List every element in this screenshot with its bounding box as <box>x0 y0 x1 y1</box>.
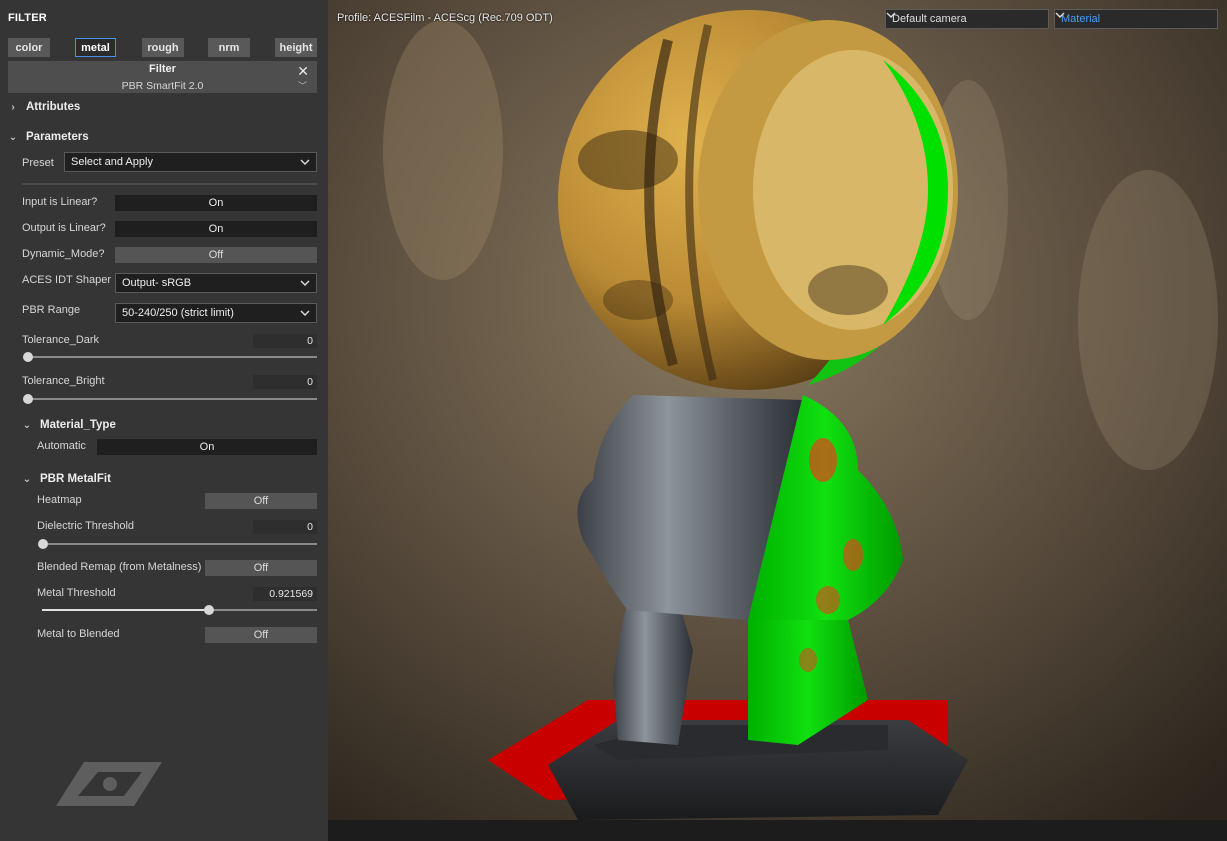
tab-height[interactable]: height <box>275 38 317 57</box>
automatic-label: Automatic <box>37 440 86 452</box>
output-linear-label: Output is Linear? <box>22 222 106 234</box>
aces-idt-dropdown[interactable]: Output- sRGB <box>115 273 317 293</box>
dynamic-mode-label: Dynamic_Mode? <box>22 248 105 260</box>
dielectric-threshold-slider[interactable] <box>42 543 317 545</box>
pbr-range-value: 50-240/250 (strict limit) <box>122 307 234 319</box>
pbr-range-label: PBR Range <box>22 304 81 316</box>
metal-to-blended-label: Metal to Blended <box>37 628 120 640</box>
tolerance-dark-slider[interactable] <box>27 356 317 358</box>
tab-metal[interactable]: metal <box>75 38 116 57</box>
filter-panel: FILTER color metal rough nrm height Filt… <box>0 0 328 841</box>
3d-viewport[interactable]: Profile: ACESFilm - ACEScg (Rec.709 ODT)… <box>328 0 1227 841</box>
tab-nrm[interactable]: nrm <box>208 38 250 57</box>
blended-remap-toggle[interactable]: Off <box>205 560 317 576</box>
chevron-down-icon: ⌄ <box>22 473 32 485</box>
app-logo-icon <box>56 762 162 806</box>
chevron-down-icon: ⌄ <box>8 131 18 143</box>
dielectric-threshold-field[interactable]: 0 <box>253 520 317 534</box>
section-material-type[interactable]: ⌄ Material_Type <box>22 419 116 431</box>
chevron-down-icon <box>300 310 310 316</box>
filter-header: Filter PBR SmartFit 2.0 ✕ ﹀ <box>8 61 317 93</box>
aces-idt-value: Output- sRGB <box>122 277 192 289</box>
tolerance-dark-field[interactable]: 0 <box>253 334 317 348</box>
tab-rough[interactable]: rough <box>142 38 184 57</box>
render-profile-label: Profile: ACESFilm - ACEScg (Rec.709 ODT) <box>337 12 553 24</box>
tolerance-bright-slider-handle[interactable] <box>23 394 33 404</box>
chevron-right-icon: › <box>11 101 15 113</box>
divider <box>22 183 317 185</box>
tab-color[interactable]: color <box>8 38 50 57</box>
preset-value: Select and Apply <box>71 156 153 168</box>
metal-threshold-label: Metal Threshold <box>37 587 116 599</box>
metal-to-blended-toggle[interactable]: Off <box>205 627 317 643</box>
section-parameters[interactable]: ⌄ Parameters <box>8 131 89 143</box>
panel-title: FILTER <box>8 12 47 24</box>
tolerance-bright-field[interactable]: 0 <box>253 375 317 389</box>
filter-title: Filter <box>149 63 176 75</box>
section-parameters-label: Parameters <box>26 131 89 143</box>
filter-name-select[interactable]: PBR SmartFit 2.0 <box>8 80 317 92</box>
section-pbr-metalfit-label: PBR MetalFit <box>40 473 111 485</box>
input-linear-label: Input is Linear? <box>22 196 98 208</box>
channel-dropdown[interactable]: Material <box>1054 9 1218 29</box>
chevron-down-icon[interactable]: ﹀ <box>298 79 307 92</box>
blended-remap-label: Blended Remap (from Metalness) <box>37 561 202 573</box>
camera-value: Default camera <box>892 13 967 25</box>
preset-label: Preset <box>22 157 54 169</box>
section-attributes-label: Attributes <box>26 101 81 113</box>
heatmap-label: Heatmap <box>37 494 82 506</box>
pbr-range-dropdown[interactable]: 50-240/250 (strict limit) <box>115 303 317 323</box>
tolerance-bright-label: Tolerance_Bright <box>22 375 105 387</box>
dielectric-threshold-label: Dielectric Threshold <box>37 520 135 532</box>
chevron-down-icon <box>300 280 310 286</box>
preset-dropdown[interactable]: Select and Apply <box>64 152 317 172</box>
input-linear-toggle[interactable]: On <box>115 195 317 211</box>
close-icon[interactable]: ✕ <box>297 63 309 80</box>
dielectric-threshold-slider-handle[interactable] <box>38 539 48 549</box>
section-attributes[interactable]: › Attributes <box>8 101 80 113</box>
chevron-down-icon <box>300 159 310 165</box>
render-preview <box>328 0 1227 841</box>
metal-threshold-slider-handle[interactable] <box>203 605 214 615</box>
metal-threshold-field[interactable]: 0.921569 <box>253 587 317 601</box>
heatmap-toggle[interactable]: Off <box>205 493 317 509</box>
metal-threshold-slider-fill <box>42 609 208 611</box>
automatic-toggle[interactable]: On <box>97 439 317 455</box>
channel-value: Material <box>1061 13 1101 25</box>
output-linear-toggle[interactable]: On <box>115 221 317 237</box>
aces-idt-label: ACES IDT Shaper <box>22 274 112 286</box>
chevron-down-icon <box>886 12 896 18</box>
tolerance-dark-slider-handle[interactable] <box>23 352 33 362</box>
camera-dropdown[interactable]: Default camera <box>885 9 1049 29</box>
chevron-down-icon: ⌄ <box>22 419 32 431</box>
dynamic-mode-toggle[interactable]: Off <box>115 247 317 263</box>
chevron-down-icon <box>1055 12 1065 18</box>
tolerance-bright-slider[interactable] <box>27 398 317 400</box>
tolerance-dark-label: Tolerance_Dark <box>22 334 100 346</box>
section-pbr-metalfit[interactable]: ⌄ PBR MetalFit <box>22 473 111 485</box>
section-material-type-label: Material_Type <box>40 419 116 431</box>
